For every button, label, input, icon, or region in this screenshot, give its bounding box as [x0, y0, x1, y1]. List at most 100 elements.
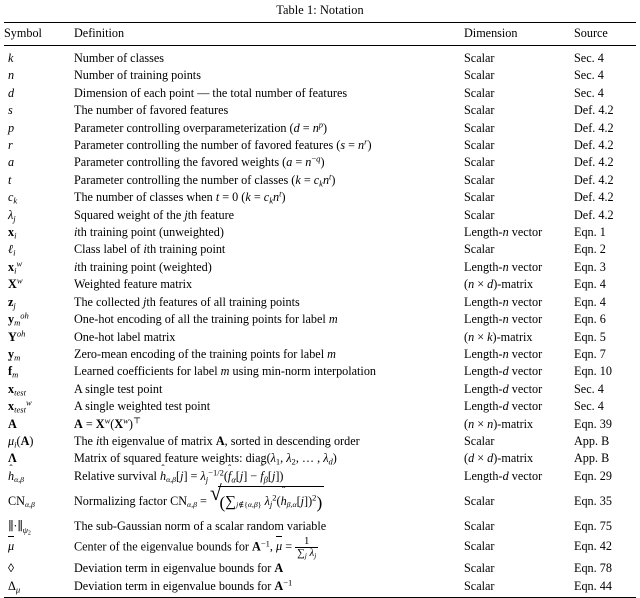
- row-symbol: s: [8, 103, 13, 118]
- row-symbol: p: [8, 120, 15, 135]
- row-symbol: Yoh: [8, 328, 26, 344]
- table-row: ̂hα,β Relative survival ̂hα,β[j] = λj−1/…: [4, 467, 636, 484]
- table-row: k Number of classes Scalar Sec. 4: [4, 46, 636, 67]
- row-definition: ith training point (weighted): [74, 259, 212, 274]
- table-row: ℓi Class label of ith training point Sca…: [4, 241, 636, 258]
- row-dimension: Length-n vector: [464, 346, 543, 361]
- row-source: Sec. 4: [574, 68, 604, 83]
- row-source: Eqn. 42: [574, 539, 612, 554]
- row-source: Eqn. 4: [574, 277, 606, 292]
- column-header-dimension: Dimension: [464, 26, 518, 40]
- table-row: p Parameter controlling overparameteriza…: [4, 119, 636, 136]
- row-symbol: xiw: [8, 258, 23, 276]
- row-symbol: μi(A): [8, 433, 34, 450]
- row-symbol: ymoh: [8, 310, 29, 328]
- row-dimension: Scalar: [464, 561, 495, 576]
- row-source: Def. 4.2: [574, 172, 614, 187]
- row-dimension: (n × n)-matrix: [464, 416, 534, 431]
- row-definition: The number of favored features: [74, 103, 229, 118]
- row-dimension: Scalar: [464, 138, 495, 153]
- row-definition: Class label of ith training point: [74, 242, 226, 257]
- row-source: Eqn. 78: [574, 561, 612, 576]
- row-dimension: Scalar: [464, 242, 495, 257]
- row-symbol: ℓi: [8, 242, 16, 258]
- row-dimension: Scalar: [464, 103, 495, 118]
- row-source: Eqn. 4: [574, 294, 606, 309]
- table-row: xtestw A single weighted test point Leng…: [4, 398, 636, 415]
- row-definition: The collected jth features of all traini…: [74, 294, 300, 309]
- row-dimension: (n × k)-matrix: [464, 329, 533, 344]
- table-header: Symbol Definition Dimension Source: [4, 22, 636, 46]
- row-definition: Relative survival ̂hα,β[j] = λj−1/2(̂fα[…: [74, 467, 284, 485]
- row-source: Sec. 4: [574, 399, 604, 414]
- table-page: Table 1: Notation Symbol Definition Dime…: [0, 0, 640, 598]
- row-symbol: ym: [8, 346, 21, 363]
- row-definition: Number of classes: [74, 51, 165, 65]
- row-definition: ith training point (unweighted): [74, 225, 224, 240]
- row-source: Eqn. 1: [574, 225, 606, 240]
- row-source: Eqn. 35: [574, 493, 612, 508]
- row-definition: A single weighted test point: [74, 399, 211, 414]
- row-definition: A = Xw(Xw)⊤: [74, 415, 141, 431]
- table-row: CNα,β Normalizing factor CNα,β = √ (∑j∉{α…: [4, 482, 636, 518]
- row-symbol: r: [8, 138, 13, 153]
- row-dimension: Scalar: [464, 539, 495, 554]
- row-symbol: t: [8, 172, 12, 187]
- table-row: d Dimension of each point — the total nu…: [4, 84, 636, 101]
- table-body: k Number of classes Scalar Sec. 4 n Numb…: [4, 46, 636, 598]
- row-symbol: Λ: [8, 451, 17, 466]
- table-row: a Parameter controlling the favored weig…: [4, 154, 636, 171]
- table-caption: Table 1: Notation: [276, 3, 364, 17]
- row-dimension: Scalar: [464, 120, 495, 135]
- table-row: ck The number of classes when t = 0 (k =…: [4, 189, 636, 206]
- row-definition: Matrix of squared feature weights: diag(…: [74, 451, 337, 467]
- table-row: Δμ Deviation term in eigenvalue bounds f…: [4, 577, 636, 597]
- row-source: App. B: [574, 451, 610, 466]
- row-definition: Parameter controlling the favored weight…: [74, 154, 325, 170]
- row-symbol: λj: [8, 207, 16, 224]
- row-dimension: Length-d vector: [464, 381, 543, 396]
- table-row: Λ Matrix of squared feature weights: dia…: [4, 450, 636, 467]
- row-definition: Deviation term in eigenvalue bounds for …: [74, 577, 293, 593]
- row-definition: The sub-Gaussian norm of a scalar random…: [74, 519, 327, 534]
- row-source: Def. 4.2: [574, 138, 614, 153]
- row-symbol: ̂hα,β: [8, 468, 25, 484]
- row-dimension: Scalar: [464, 51, 495, 65]
- row-symbol: Δμ: [8, 578, 21, 595]
- row-dimension: Scalar: [464, 190, 495, 205]
- table-row: Yoh One-hot label matrix (n × k)-matrix …: [4, 328, 636, 345]
- row-symbol: zj: [8, 294, 16, 311]
- row-source: App. B: [574, 433, 610, 448]
- row-symbol: Xw: [8, 276, 23, 292]
- row-symbol: xtest: [8, 381, 26, 398]
- column-header-definition: Definition: [74, 26, 125, 40]
- row-source: Def. 4.2: [574, 120, 614, 135]
- row-definition: Parameter controlling the number of favo…: [74, 136, 372, 153]
- table-row: zj The collected jth features of all tra…: [4, 293, 636, 310]
- table-row: μ Center of the eigenvalue bounds for A−…: [4, 535, 636, 560]
- row-source: Def. 4.2: [574, 190, 614, 205]
- row-source: Eqn. 29: [574, 468, 612, 483]
- row-dimension: Length-d vector: [464, 399, 543, 414]
- row-source: Def. 4.2: [574, 155, 614, 170]
- row-definition: Parameter controlling overparameterizati…: [74, 119, 328, 135]
- row-source: Eqn. 7: [574, 346, 606, 361]
- row-symbol: a: [8, 155, 15, 170]
- row-definition: Learned coefficients for label m using m…: [74, 364, 377, 379]
- row-symbol: CNα,β: [8, 493, 35, 510]
- table-row: ∥·∥ψ2 The sub-Gaussian norm of a scalar …: [4, 518, 636, 536]
- table-row: ̂fm Learned coefficients for label m usi…: [4, 363, 636, 380]
- row-symbol: ̂fm: [8, 364, 19, 380]
- row-source: Sec. 4: [574, 381, 604, 396]
- row-dimension: Scalar: [464, 172, 495, 187]
- row-dimension: (d × d)-matrix: [464, 451, 534, 466]
- row-definition: One-hot encoding of all the training poi…: [74, 312, 338, 327]
- row-dimension: Scalar: [464, 207, 495, 222]
- table-row: n Number of training points Scalar Sec. …: [4, 67, 636, 84]
- table-row: A A = Xw(Xw)⊤ (n × n)-matrix Eqn. 39: [4, 415, 636, 432]
- row-source: Eqn. 3: [574, 259, 606, 274]
- row-symbol: xi: [8, 225, 17, 241]
- row-dimension: Length-n vector: [464, 312, 543, 327]
- row-source: Sec. 4: [574, 51, 604, 65]
- row-dimension: Length-d vector: [464, 364, 543, 379]
